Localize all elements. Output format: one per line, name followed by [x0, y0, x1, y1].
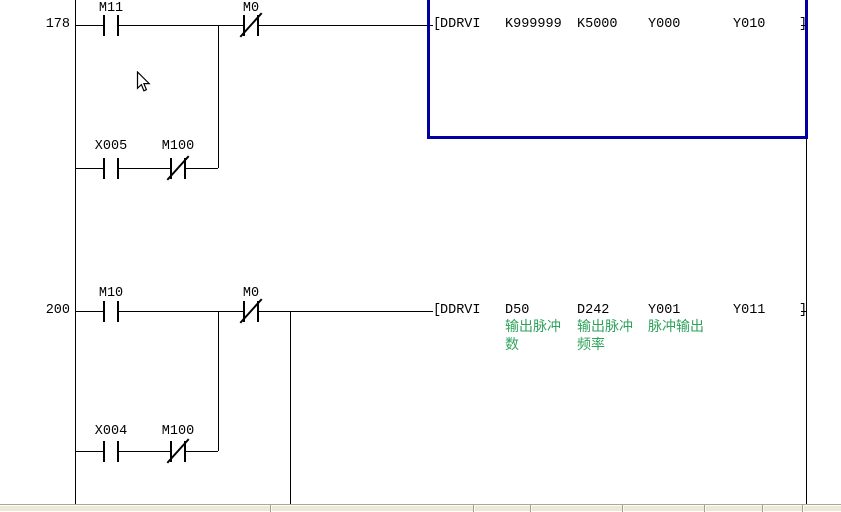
contact-no-x004[interactable]	[103, 441, 119, 462]
branch-wire	[218, 311, 219, 451]
contact-label: M0	[221, 2, 281, 16]
instruction-opcode[interactable]: DDRVI	[440, 18, 481, 32]
contact-label: M100	[148, 425, 208, 439]
contact-bar	[103, 441, 105, 462]
contact-no-m10[interactable]	[103, 301, 119, 322]
wire	[75, 168, 218, 169]
contact-label: M0	[221, 287, 281, 301]
device-comment: 输出脉冲	[577, 320, 633, 336]
instruction-operand[interactable]: Y001	[648, 304, 680, 318]
contact-bar	[117, 301, 119, 322]
contact-label: M10	[81, 287, 141, 301]
instruction-opcode[interactable]: DDRVI	[440, 304, 481, 318]
instruction-operand[interactable]: D50	[505, 304, 529, 318]
contact-label: M100	[148, 140, 208, 154]
instruction-operand[interactable]: Y010	[733, 18, 765, 32]
left-power-rail	[75, 0, 76, 504]
step-number: 200	[28, 304, 70, 318]
contact-bar	[117, 158, 119, 179]
status-strip	[0, 504, 841, 511]
junction-drop-wire	[290, 311, 291, 504]
device-comment: 输出脉冲	[505, 320, 561, 336]
device-comment: 脉冲输出	[648, 320, 704, 336]
contact-label: X004	[81, 425, 141, 439]
contact-bar	[117, 441, 119, 462]
contact-bar	[117, 15, 119, 36]
device-comment: 频率	[577, 338, 605, 354]
contact-bar	[103, 301, 105, 322]
contact-no-m11[interactable]	[103, 15, 119, 36]
device-comment: 数	[505, 338, 519, 354]
instruction-operand[interactable]: K999999	[505, 18, 562, 32]
instruction-operand[interactable]: D242	[577, 304, 609, 318]
step-number: 178	[28, 18, 70, 32]
contact-label: X005	[81, 140, 141, 154]
contact-label: M11	[81, 2, 141, 16]
contact-bar	[103, 158, 105, 179]
ladder-editor-canvas: 178 M11 M0 X005 M100 [ DDRVI K999999 K50…	[0, 0, 841, 511]
contact-bar	[103, 15, 105, 36]
instruction-close-bracket: ]	[799, 18, 807, 32]
branch-wire	[218, 25, 219, 168]
instruction-operand[interactable]: Y011	[733, 304, 765, 318]
wire	[75, 451, 218, 452]
instruction-close-bracket: ]	[799, 304, 807, 318]
instruction-operand[interactable]: K5000	[577, 18, 618, 32]
arrow-cursor-icon	[136, 71, 151, 99]
instruction-operand[interactable]: Y000	[648, 18, 680, 32]
contact-no-x005[interactable]	[103, 158, 119, 179]
